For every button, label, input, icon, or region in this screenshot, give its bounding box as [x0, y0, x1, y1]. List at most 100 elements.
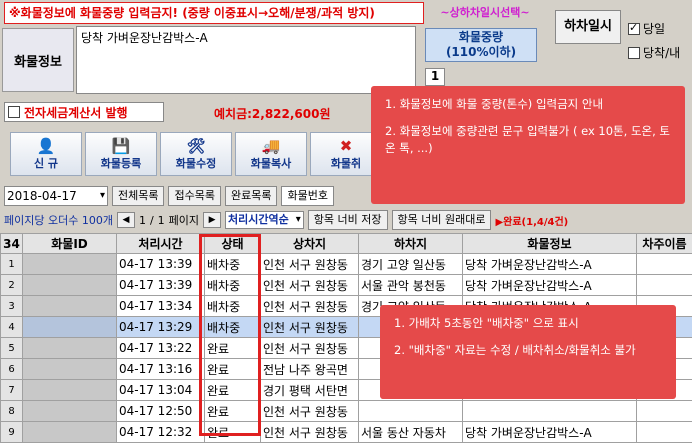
callout-dispatch-notice: 1. 가배차 5초동안 "배차중" 으로 표시 2. "배차중" 자료는 수정 …: [380, 305, 676, 399]
edit-cargo-label: 화물수정: [176, 155, 216, 171]
row-number[interactable]: 2: [1, 275, 23, 296]
row-number[interactable]: 8: [1, 401, 23, 422]
copy-cargo-button[interactable]: 🚚화물복사: [235, 132, 307, 176]
cargo-id-cell[interactable]: [23, 422, 117, 443]
info-cell[interactable]: 당착 가벼운장난감박스-A: [463, 254, 637, 275]
cargo-id-cell[interactable]: [23, 296, 117, 317]
date-picker[interactable]: 2018-04-17: [4, 186, 108, 206]
unload-value-field[interactable]: 1: [425, 68, 445, 86]
new-button[interactable]: 👤신 규: [10, 132, 82, 176]
same-day-checkbox-box[interactable]: [628, 23, 640, 35]
table-row[interactable]: 804-17 12:50완료인천 서구 원창동: [1, 401, 692, 422]
cargo-id-cell[interactable]: [23, 401, 117, 422]
unload-cell[interactable]: 서울 동산 자동차: [359, 422, 463, 443]
unload-cell[interactable]: 서울 관악 봉천동: [359, 275, 463, 296]
row-number[interactable]: 3: [1, 296, 23, 317]
owner-cell[interactable]: [637, 254, 692, 275]
row-number[interactable]: 7: [1, 380, 23, 401]
col-unload[interactable]: 하차지: [359, 234, 463, 254]
load-cell[interactable]: 인천 서구 원창동: [261, 401, 359, 422]
owner-cell[interactable]: [637, 422, 692, 443]
table-row[interactable]: 104-17 13:39배차중인천 서구 원창동경기 고양 일산동당착 가벼운장…: [1, 254, 692, 275]
load-cell[interactable]: 전남 나주 왕곡면: [261, 359, 359, 380]
reset-width-button[interactable]: 항목 너비 원래대로: [392, 210, 492, 230]
owner-cell[interactable]: [637, 275, 692, 296]
info-cell[interactable]: 당착 가벼운장난감박스-A: [463, 275, 637, 296]
cargo-info-textarea[interactable]: 당착 가벼운장난감박스-A: [76, 26, 416, 94]
row-number[interactable]: 6: [1, 359, 23, 380]
time-cell[interactable]: 04-17 13:39: [117, 275, 205, 296]
accept-list-button[interactable]: 접수목록: [168, 186, 220, 206]
cargo-weight-button-line1: 화물중량: [426, 30, 536, 45]
edit-cargo-button[interactable]: 🛠화물수정: [160, 132, 232, 176]
unload-checkbox[interactable]: 당착/내: [628, 44, 680, 61]
time-cell[interactable]: 04-17 12:50: [117, 401, 205, 422]
row-number[interactable]: 5: [1, 338, 23, 359]
page-separator: /: [150, 214, 154, 227]
col-info[interactable]: 화물정보: [463, 234, 637, 254]
cargo-id-cell[interactable]: [23, 380, 117, 401]
time-cell[interactable]: 04-17 13:22: [117, 338, 205, 359]
row-number[interactable]: 1: [1, 254, 23, 275]
unload-datetime-button[interactable]: 하차일시: [555, 10, 621, 44]
unload-checkbox-label: 당착/내: [643, 44, 680, 61]
current-page: 1: [139, 214, 146, 227]
time-cell[interactable]: 04-17 13:16: [117, 359, 205, 380]
load-cell[interactable]: 인천 서구 원창동: [261, 317, 359, 338]
save-width-button[interactable]: 항목 너비 저장: [308, 210, 388, 230]
cancel-cargo-label: 화물취: [331, 155, 361, 171]
load-cell[interactable]: 인천 서구 원창동: [261, 275, 359, 296]
info-cell[interactable]: 당착 가벼운장난감박스-A: [463, 422, 637, 443]
tax-invoice-label: 전자세금계산서 발행: [24, 104, 128, 121]
owner-cell[interactable]: [637, 401, 692, 422]
unload-checkbox-box[interactable]: [628, 47, 640, 59]
cargo-weight-button-line2: (110%이하): [426, 45, 536, 60]
all-list-button[interactable]: 전체목록: [112, 186, 164, 206]
info-cell[interactable]: [463, 401, 637, 422]
register-cargo-button[interactable]: 💾화물등록: [85, 132, 157, 176]
load-cell[interactable]: 경기 평택 서탄면: [261, 380, 359, 401]
sort-select[interactable]: 처리시간역순: [225, 211, 304, 229]
same-day-checkbox[interactable]: 당일: [628, 20, 665, 37]
col-load[interactable]: 상차지: [261, 234, 359, 254]
time-cell[interactable]: 04-17 13:34: [117, 296, 205, 317]
done-summary: ▶완료(1,4/4건): [495, 213, 568, 228]
cargo-weight-button[interactable]: 화물중량 (110%이하): [425, 28, 537, 62]
table-row[interactable]: 904-17 12:32완료인천 서구 원창동서울 동산 자동차당착 가벼운장난…: [1, 422, 692, 443]
row-number[interactable]: 9: [1, 422, 23, 443]
load-cell[interactable]: 인천 서구 원창동: [261, 296, 359, 317]
load-cell[interactable]: 인천 서구 원창동: [261, 422, 359, 443]
unload-cell[interactable]: 경기 고양 일산동: [359, 254, 463, 275]
copy-cargo-label: 화물복사: [251, 155, 291, 171]
row-number[interactable]: 4: [1, 317, 23, 338]
col-cargo-id[interactable]: 화물ID: [23, 234, 117, 254]
cargo-id-cell[interactable]: [23, 254, 117, 275]
per-page-label: 페이지당 오더수 100개: [4, 212, 113, 228]
cargo-id-cell[interactable]: [23, 359, 117, 380]
unload-cell[interactable]: [359, 401, 463, 422]
callout-dispatch-line2: 2. "배차중" 자료는 수정 / 배차취소/화물취소 불가: [380, 332, 676, 359]
prev-page-button[interactable]: ◀: [117, 212, 135, 228]
cargo-no-field[interactable]: 화물번호: [281, 186, 333, 206]
table-row[interactable]: 204-17 13:39배차중인천 서구 원창동서울 관악 봉천동당착 가벼운장…: [1, 275, 692, 296]
load-cell[interactable]: 인천 서구 원창동: [261, 254, 359, 275]
cargo-id-cell[interactable]: [23, 338, 117, 359]
time-cell[interactable]: 04-17 13:29: [117, 317, 205, 338]
load-cell[interactable]: 인천 서구 원창동: [261, 338, 359, 359]
reset-width-label: 항목 너비: [398, 213, 442, 226]
cargo-id-cell[interactable]: [23, 275, 117, 296]
cargo-info-label: 화물정보: [2, 28, 74, 92]
tax-invoice-checkbox[interactable]: 전자세금계산서 발행: [4, 102, 164, 122]
save-icon: 💾: [112, 137, 131, 155]
tax-invoice-checkbox-box[interactable]: [8, 106, 20, 118]
col-owner[interactable]: 차주이름: [637, 234, 692, 254]
next-page-button[interactable]: ▶: [203, 212, 221, 228]
done-list-button[interactable]: 완료목록: [225, 186, 277, 206]
callout-weight-line1: 1. 화물정보에 화물 중량(톤수) 입력금지 안내: [371, 86, 685, 113]
status-column-highlight: [199, 234, 261, 436]
cargo-id-cell[interactable]: [23, 317, 117, 338]
col-time[interactable]: 처리시간: [117, 234, 205, 254]
time-cell[interactable]: 04-17 13:04: [117, 380, 205, 401]
time-cell[interactable]: 04-17 13:39: [117, 254, 205, 275]
time-cell[interactable]: 04-17 12:32: [117, 422, 205, 443]
